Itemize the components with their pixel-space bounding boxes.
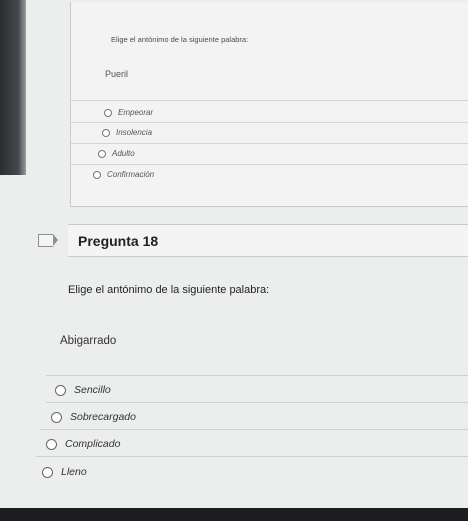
- option-label: Adulto: [112, 149, 135, 158]
- option-label: Sobrecargado: [70, 411, 136, 423]
- radio-button[interactable]: [46, 438, 57, 450]
- question-title: Pregunta 18: [78, 233, 159, 249]
- question-instruction: Elige el antónimo de la siguiente palabr…: [68, 284, 270, 296]
- device-bezel: [0, 0, 26, 175]
- divider: [46, 375, 468, 376]
- screen: Elige el antónimo de la siguiente palabr…: [0, 0, 468, 508]
- divider: [71, 100, 468, 101]
- previous-option-0[interactable]: Empeorar: [104, 108, 153, 117]
- option-3[interactable]: Lleno: [42, 466, 87, 478]
- previous-option-3[interactable]: Confirmación: [93, 170, 154, 179]
- option-1[interactable]: Sobrecargado: [51, 411, 136, 423]
- divider: [71, 122, 468, 123]
- previous-option-2[interactable]: Adulto: [98, 149, 135, 158]
- option-label: Empeorar: [118, 108, 154, 117]
- divider: [46, 402, 468, 403]
- question-flag-icon[interactable]: [38, 234, 58, 247]
- option-label: Sencillo: [74, 384, 111, 396]
- option-label: Insolencia: [116, 128, 153, 137]
- option-label: Confirmación: [107, 170, 155, 179]
- option-label: Complicado: [65, 438, 121, 450]
- radio-button[interactable]: [51, 411, 62, 423]
- divider: [71, 143, 468, 144]
- option-2[interactable]: Complicado: [46, 438, 120, 450]
- radio-button[interactable]: [104, 108, 112, 117]
- previous-question-word: Pueril: [105, 69, 129, 79]
- divider: [36, 456, 468, 457]
- radio-button[interactable]: [93, 170, 101, 179]
- radio-button[interactable]: [98, 149, 106, 158]
- radio-button[interactable]: [42, 466, 53, 478]
- question-header: Pregunta 18: [68, 224, 468, 257]
- option-0[interactable]: Sencillo: [55, 384, 111, 396]
- divider: [40, 429, 468, 430]
- previous-option-1[interactable]: Insolencia: [102, 128, 152, 137]
- radio-button[interactable]: [102, 128, 110, 137]
- radio-button[interactable]: [55, 384, 66, 396]
- previous-question-instruction: Elige el antónimo de la siguiente palabr…: [111, 35, 249, 44]
- question-word: Abigarrado: [60, 335, 117, 347]
- divider: [71, 164, 468, 165]
- previous-question-card: Elige el antónimo de la siguiente palabr…: [70, 2, 468, 207]
- option-label: Lleno: [61, 466, 87, 478]
